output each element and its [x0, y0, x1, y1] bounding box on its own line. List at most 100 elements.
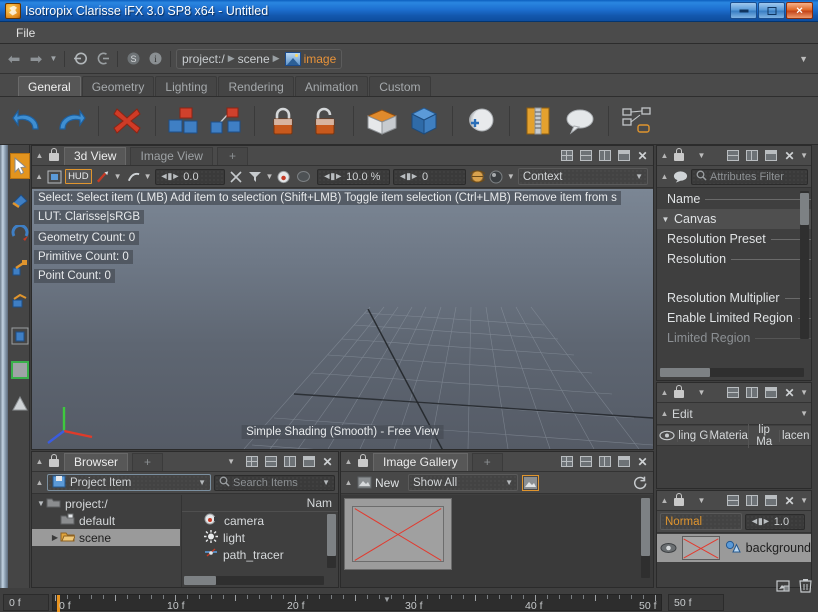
tab-panel-button[interactable] [616, 455, 631, 469]
split-horizontal-button[interactable] [725, 149, 740, 163]
edit-collapse-icon[interactable]: ▲ [660, 409, 669, 418]
unlock-button[interactable] [305, 101, 345, 141]
panel-overflow-icon[interactable]: ▼ [800, 496, 808, 505]
expand-arrow-icon[interactable]: ▶ [50, 533, 60, 542]
new-image-icon[interactable] [357, 476, 372, 490]
select-tool[interactable] [10, 153, 30, 179]
filterbar-collapse-icon[interactable]: ▲ [35, 478, 44, 487]
light-dropdown-icon[interactable]: ▼ [144, 172, 152, 181]
filter-dropdown-icon[interactable]: ▼ [265, 172, 273, 181]
enter-context-icon[interactable] [70, 49, 90, 69]
list-scrollbar-horizontal[interactable] [184, 576, 324, 585]
show-all-select[interactable]: Show All ▼ [408, 474, 518, 491]
breadcrumb-item-project[interactable]: project:/ [182, 52, 225, 66]
tab-custom[interactable]: Custom [369, 76, 430, 96]
sphere-add-button[interactable] [461, 101, 501, 141]
split-horizontal-button[interactable] [725, 494, 740, 508]
node-graph-button[interactable] [617, 101, 657, 141]
tab-panel-button[interactable] [616, 149, 631, 163]
split-vertical-button[interactable] [282, 455, 297, 469]
attributes-scrollbar-horizontal[interactable] [660, 368, 804, 377]
split-vertical-button[interactable] [744, 494, 759, 508]
edit-column-0[interactable]: ling G [677, 430, 709, 442]
split-horizontal-button[interactable] [578, 149, 593, 163]
ruler-button[interactable] [518, 101, 558, 141]
tab-general[interactable]: General [18, 76, 81, 96]
tab-panel-button[interactable] [763, 494, 778, 508]
split-quad-button[interactable] [559, 149, 574, 163]
open-box-button[interactable] [362, 101, 402, 141]
shading-dropdown-icon[interactable]: ▼ [114, 172, 122, 181]
snap-tool[interactable] [10, 323, 30, 349]
panel-collapse-icon[interactable]: ▲ [660, 151, 669, 160]
close-panel-button[interactable]: ✕ [635, 149, 650, 163]
tab-rendering[interactable]: Rendering [218, 76, 293, 96]
split-vertical-button[interactable] [744, 386, 759, 400]
tree-item-project[interactable]: ▼ project:/ [32, 495, 180, 512]
close-button[interactable]: ✕ [786, 2, 813, 19]
panel-menu-icon[interactable]: ▼ [694, 386, 709, 400]
project-item-select[interactable]: Project Item ▼ [47, 474, 211, 491]
filterbar-collapse-icon[interactable]: ▲ [660, 172, 669, 181]
breadcrumb-item-scene[interactable]: scene [238, 52, 270, 66]
arrow-right-icon[interactable]: ➡ [26, 49, 46, 69]
new-image-button[interactable]: New [375, 476, 399, 490]
attr-row-name[interactable]: Name [657, 189, 811, 209]
spinner-icon[interactable]: ◄▮► [160, 171, 180, 182]
tree-item-default[interactable]: default [32, 512, 180, 529]
close-panel-button[interactable]: ✕ [320, 455, 335, 469]
move-tool[interactable] [10, 187, 30, 213]
subtoolbar-collapse-icon[interactable]: ▲ [35, 172, 43, 181]
spinner-icon[interactable]: ◄▮► [398, 171, 418, 182]
attr-row-resolution[interactable]: Resolution [657, 249, 811, 269]
expand-arrow-icon[interactable]: ▼ [36, 499, 46, 508]
timeline-track[interactable]: ▼ 0 f 10 f 20 f 30 f 40 f 50 f [52, 594, 662, 611]
menu-item-file[interactable]: File [10, 24, 41, 42]
padlock-icon[interactable] [356, 454, 370, 469]
breadcrumb-item-image[interactable]: image [304, 52, 337, 66]
rotate-tool[interactable] [10, 221, 30, 247]
split-horizontal-button[interactable] [725, 386, 740, 400]
transform-tool[interactable] [10, 289, 30, 315]
search-items-input[interactable]: Search Items ▼ [214, 475, 335, 491]
panel-overflow-icon[interactable]: ▼ [800, 388, 808, 397]
tree-item-scene[interactable]: ▶ scene [32, 529, 180, 546]
shading-ball-icon[interactable] [489, 170, 504, 184]
opacity-field[interactable]: ◄▮► 1.0 [745, 514, 805, 530]
panel-collapse-icon[interactable]: ▲ [35, 457, 44, 466]
link-button[interactable] [206, 101, 246, 141]
padlock-icon[interactable] [47, 148, 61, 163]
tab-panel-button[interactable] [763, 386, 778, 400]
trash-icon[interactable] [799, 578, 812, 596]
blend-mode-select[interactable]: Normal [660, 513, 742, 530]
breadcrumb-dropdown-icon[interactable]: ▼ [799, 54, 808, 64]
timeline-start-field[interactable]: 0 f [3, 594, 49, 611]
light-tool-icon[interactable] [126, 170, 141, 184]
split-horizontal-button[interactable] [263, 455, 278, 469]
tab-image-gallery[interactable]: Image Gallery [373, 453, 468, 471]
list-item-camera[interactable]: camera [182, 512, 338, 529]
spinner-icon[interactable]: ◄▮► [750, 516, 770, 527]
arrow-left-icon[interactable]: ⬅ [4, 49, 24, 69]
attributes-filter-input[interactable]: Attributes Filter [691, 169, 808, 185]
browser-menu-icon[interactable]: ▼ [227, 457, 235, 466]
group-button[interactable] [164, 101, 204, 141]
split-vertical-button[interactable] [597, 455, 612, 469]
edit-column-2[interactable]: lip Ma [748, 424, 780, 448]
split-quad-button[interactable] [244, 455, 259, 469]
attr-row-resolution-multiplier[interactable]: Resolution Multiplier [657, 288, 811, 308]
attributes-scrollbar-vertical[interactable] [800, 191, 809, 339]
toolbar-collapse-icon[interactable]: ▲ [344, 478, 353, 487]
tab-3d-view[interactable]: 3d View [64, 147, 126, 165]
value-field-a[interactable]: ◄▮► 0.0 [155, 169, 226, 185]
tab-lighting[interactable]: Lighting [155, 76, 217, 96]
sync-icon[interactable]: S [123, 49, 143, 69]
pick-tool[interactable] [10, 391, 30, 417]
split-vertical-button[interactable] [744, 149, 759, 163]
eye-icon[interactable] [657, 426, 677, 446]
panel-menu-icon[interactable]: ▼ [694, 494, 709, 508]
blue-box-button[interactable] [404, 101, 444, 141]
spinner-icon[interactable]: ◄▮► [322, 171, 342, 182]
globe-icon[interactable] [470, 170, 485, 184]
panel-collapse-icon[interactable]: ▲ [660, 496, 669, 505]
